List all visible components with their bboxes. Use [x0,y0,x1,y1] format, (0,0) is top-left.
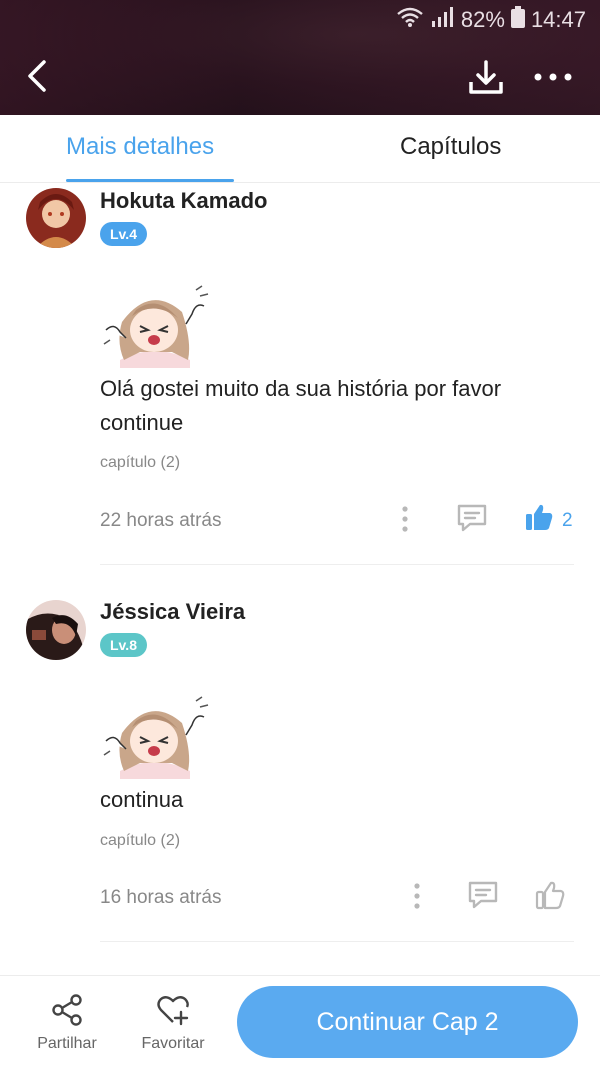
comment-bubble-icon [468,881,498,909]
clock: 14:47 [530,7,586,32]
tab-capitulos[interactable]: Capítulos [400,133,501,161]
comment-timestamp: 22 horas atrás [100,510,222,531]
avatar[interactable] [26,600,86,660]
favorite-label: Favoritar [141,1035,205,1052]
bottom-action-bar: Partilhar Favoritar Continuar Cap 2 [0,975,600,1068]
back-button[interactable] [22,56,54,96]
share-label: Partilhar [37,1035,97,1052]
like-button[interactable] [524,502,554,537]
download-button[interactable] [466,58,506,98]
signal-icon [431,6,455,34]
comment-options-button[interactable] [410,881,424,916]
comment-text: Olá gostei muito da sua história por fav… [100,376,502,435]
thumbs-up-outline-icon [535,881,565,910]
thumbs-up-icon [526,504,553,530]
status-bar: 82% 14:47 [395,6,586,34]
reply-button[interactable] [456,502,488,539]
comment-item: Jéssica Vieira Lv.8 continua capítulo (2… [0,593,600,953]
comment-bubble-icon [457,504,487,532]
tab-bar: Mais detalhes Capítulos [0,115,600,183]
divider [100,941,574,942]
level-badge: Lv.8 [100,633,147,657]
reply-button[interactable] [467,879,499,916]
vertical-dots-icon [402,506,408,532]
comment-chapter[interactable]: capítulo (2) [100,454,180,472]
download-icon [469,60,503,94]
top-header: 82% 14:47 [0,0,600,115]
favorite-button[interactable]: Favoritar [133,994,213,1053]
chevron-left-icon [28,60,46,92]
tab-mais-detalhes[interactable]: Mais detalhes [66,133,214,161]
vertical-dots-icon [414,883,420,909]
sticker-image [100,282,210,368]
more-options-button[interactable] [532,62,574,92]
avatar[interactable] [26,188,86,248]
comment-item: Hokuta Kamado Lv.4 Olá gostei muito da s… [0,182,600,572]
more-dots-icon [534,73,572,81]
like-button[interactable] [534,879,566,916]
level-badge: Lv.4 [100,222,147,246]
comment-options-button[interactable] [398,504,412,539]
comment-text: continua [100,787,184,812]
sticker-image [100,693,210,779]
comment-author[interactable]: Hokuta Kamado [100,188,267,214]
divider [100,564,574,565]
battery-percent: 82% [460,7,505,32]
share-button[interactable]: Partilhar [27,994,107,1053]
like-count: 2 [562,510,573,531]
battery-icon [510,6,525,34]
comment-author[interactable]: Jéssica Vieira [100,599,245,625]
share-icon [52,994,82,1026]
wifi-icon [395,6,425,34]
comment-timestamp: 16 horas atrás [100,887,222,908]
heart-plus-icon [157,996,189,1026]
comment-chapter[interactable]: capítulo (2) [100,832,180,850]
continue-chapter-button[interactable]: Continuar Cap 2 [237,986,578,1058]
